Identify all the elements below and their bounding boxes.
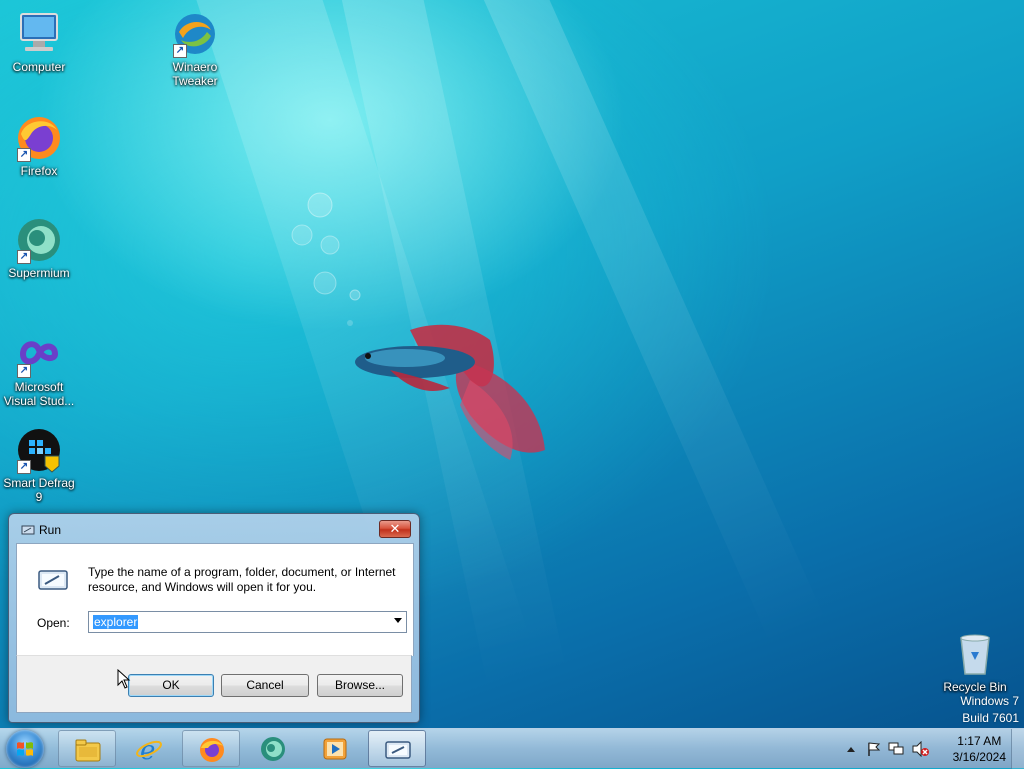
watermark-line1: Windows 7 — [960, 694, 1019, 708]
run-description: Type the name of a program, folder, docu… — [88, 565, 396, 594]
windows-version-watermark: Windows 7 Build 7601 — [960, 694, 1019, 725]
cancel-button[interactable]: Cancel — [221, 674, 309, 697]
mouse-cursor-icon — [117, 669, 131, 689]
watermark-line2: Build 7601 — [962, 711, 1019, 725]
action-center-flag-icon[interactable] — [866, 741, 882, 757]
visual-studio-icon: ↗ — [15, 330, 63, 378]
taskbar-supermium[interactable] — [244, 730, 302, 767]
desktop-icon-firefox[interactable]: ↗ Firefox — [1, 114, 77, 178]
taskbar-run[interactable] — [368, 730, 426, 767]
close-button[interactable]: ✕ — [379, 520, 411, 538]
shortcut-arrow-icon: ↗ — [173, 44, 187, 58]
winaero-tweaker-icon: ↗ — [171, 10, 219, 58]
ok-button[interactable]: OK — [128, 674, 214, 697]
open-combobox[interactable]: explorer — [88, 611, 407, 633]
desktop-icon-recycle-bin[interactable]: Recycle Bin — [937, 630, 1013, 694]
clock-date: 3/16/2024 — [952, 750, 1006, 764]
computer-icon — [15, 10, 63, 58]
run-dialog: Run ✕ Type the name of a program, folder… — [8, 513, 420, 723]
desktop-icon-smart-defrag[interactable]: ↗ Smart Defrag 9 — [1, 426, 77, 504]
run-icon — [385, 741, 411, 759]
shortcut-arrow-icon: ↗ — [17, 148, 31, 162]
volume-muted-icon[interactable] — [912, 741, 930, 757]
desktop-icon-winaero-tweaker[interactable]: ↗ Winaero Tweaker — [157, 10, 233, 88]
network-icon[interactable] — [888, 741, 904, 757]
desktop-icon-label: Supermium — [8, 266, 70, 280]
start-button[interactable] — [6, 730, 44, 768]
supermium-icon — [261, 737, 285, 761]
desktop-icon-computer[interactable]: Computer — [1, 10, 77, 74]
open-input-value[interactable]: explorer — [93, 615, 139, 629]
run-title-icon — [21, 525, 35, 535]
supermium-icon: ↗ — [15, 216, 63, 264]
shortcut-arrow-icon: ↗ — [17, 460, 31, 474]
run-dialog-title: Run — [39, 523, 62, 537]
svg-text:e: e — [140, 736, 155, 762]
shortcut-arrow-icon: ↗ — [17, 364, 31, 378]
firefox-icon: ↗ — [15, 114, 63, 162]
recycle-bin-icon — [951, 630, 999, 678]
taskbar: e 1:17 AM 3/16/2024 — [0, 728, 1024, 769]
firefox-icon — [200, 738, 224, 762]
run-program-icon — [38, 570, 68, 590]
shortcut-arrow-icon: ↗ — [17, 250, 31, 264]
clock-time: 1:17 AM — [957, 734, 1002, 748]
betta-fish-wallpaper — [355, 324, 545, 460]
open-label: Open: — [37, 616, 70, 630]
bubbles-decoration — [291, 192, 361, 326]
desktop-icon-label: Computer — [12, 60, 66, 74]
desktop-icon-supermium[interactable]: ↗ Supermium — [1, 216, 77, 280]
taskbar-internet-explorer[interactable]: e — [120, 730, 178, 767]
desktop-icon-label: Smart Defrag 9 — [3, 476, 75, 504]
desktop-icon-visual-studio[interactable]: ↗ Microsoft Visual Stud... — [1, 330, 77, 408]
internet-explorer-icon: e — [136, 736, 162, 762]
run-dialog-footer: OK Cancel Browse... — [16, 655, 412, 713]
desktop-icon-label: Microsoft Visual Stud... — [3, 380, 75, 408]
desktop-icon-label: Firefox — [20, 164, 58, 178]
desktop-icon-label: Winaero Tweaker — [172, 60, 218, 88]
taskbar-firefox[interactable] — [182, 730, 240, 767]
dropdown-arrow-icon[interactable] — [394, 618, 402, 623]
taskbar-file-explorer[interactable] — [58, 730, 116, 767]
windows-start-orb-icon — [17, 742, 33, 756]
folder-icon — [75, 739, 101, 762]
taskbar-media-player[interactable] — [306, 730, 364, 767]
smart-defrag-icon: ↗ — [15, 426, 63, 474]
browse-button[interactable]: Browse... — [317, 674, 403, 697]
desktop-icon-label: Recycle Bin — [943, 680, 1007, 694]
show-desktop-button[interactable] — [1011, 729, 1024, 769]
clock[interactable]: 1:17 AM 3/16/2024 — [953, 733, 1006, 765]
show-hidden-icons-icon[interactable] — [846, 745, 856, 753]
media-player-icon — [323, 738, 347, 760]
run-dialog-body: Type the name of a program, folder, docu… — [16, 543, 414, 656]
notification-area: 1:17 AM 3/16/2024 — [834, 729, 1024, 769]
